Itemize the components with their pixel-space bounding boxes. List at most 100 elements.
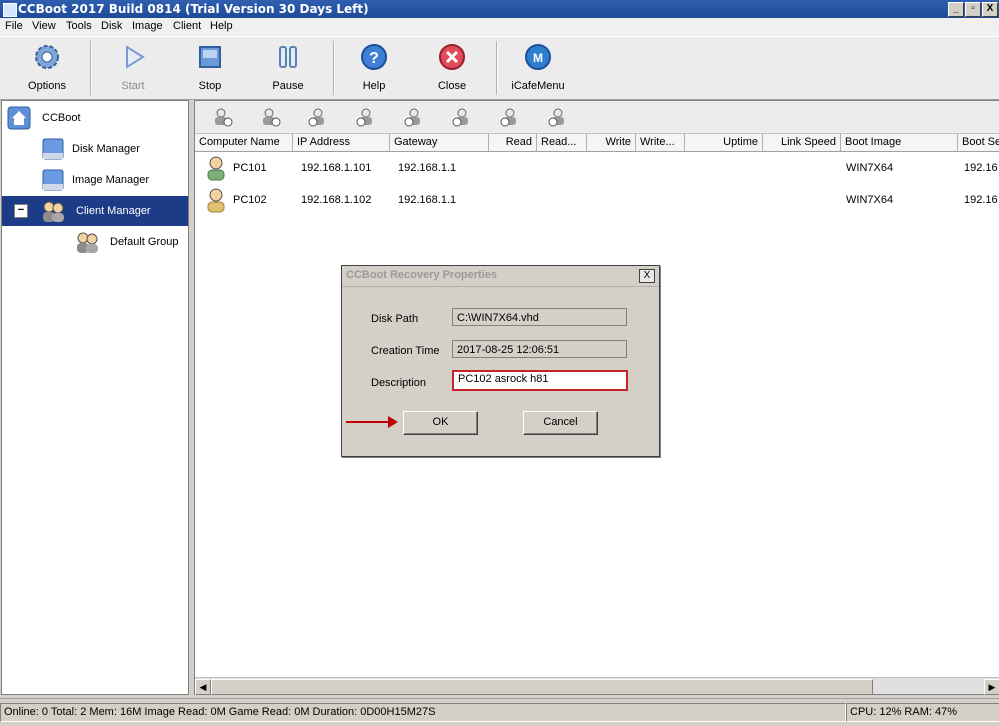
col-write[interactable]: Write <box>587 134 636 151</box>
tree-item-label: Default Group <box>110 236 179 248</box>
edit-client-icon[interactable] <box>307 106 329 128</box>
restore-button[interactable]: ▫ <box>965 2 981 17</box>
window-title: CCBoot 2017 Build 0814 (Trial Version 30… <box>18 2 369 16</box>
pause-button[interactable]: Pause <box>253 41 323 95</box>
scroll-left-icon[interactable]: ◀ <box>195 679 211 695</box>
scroll-right-icon[interactable]: ▶ <box>984 679 999 695</box>
svg-text:?: ? <box>369 50 379 67</box>
icafe-icon: M <box>525 44 551 70</box>
table-row[interactable]: PC101 192.168.1.101 192.168.1.1 WIN7X64 … <box>195 152 999 184</box>
col-boot-image[interactable]: Boot Image <box>841 134 958 151</box>
col-read[interactable]: Read <box>489 134 537 151</box>
col-gateway[interactable]: Gateway <box>390 134 489 151</box>
cell-gateway: 192.168.1.1 <box>398 194 457 206</box>
cell-computer-name: PC102 <box>233 194 267 206</box>
close-window-button[interactable]: X <box>982 2 998 17</box>
dialog-close-icon[interactable]: X <box>639 269 655 283</box>
tree-item-image-manager[interactable]: Image Manager <box>40 165 186 195</box>
options-button[interactable]: Options <box>12 41 82 95</box>
toolbar-separator <box>90 41 92 95</box>
col-computer-name[interactable]: Computer Name <box>195 134 293 151</box>
navigation-tree: CCBoot Disk Manager Image Manager − Clie… <box>1 100 189 695</box>
table-header: Computer Name IP Address Gateway Read Re… <box>195 134 999 152</box>
stop-icon <box>199 46 221 68</box>
menu-client[interactable]: Client <box>173 20 201 32</box>
cell-boot-image: WIN7X64 <box>846 162 894 174</box>
close-circle-icon <box>439 44 465 70</box>
client-pc-icon <box>207 156 225 181</box>
recovery-properties-dialog: CCBoot Recovery Properties X Disk Path C… <box>341 265 660 457</box>
creation-time-field[interactable]: 2017-08-25 12:06:51 <box>452 340 627 358</box>
client-disable-icon[interactable] <box>451 106 473 128</box>
remove-client-icon[interactable] <box>259 106 281 128</box>
client-properties-icon[interactable] <box>403 106 425 128</box>
description-input[interactable]: PC102 asrock h81 <box>452 370 628 391</box>
collapse-toggle[interactable]: − <box>14 204 28 218</box>
col-write-rate[interactable]: Write... <box>636 134 685 151</box>
play-icon <box>126 45 145 69</box>
table-row[interactable]: PC102 192.168.1.102 192.168.1.1 WIN7X64 … <box>195 184 999 216</box>
minimize-button[interactable]: _ <box>948 2 964 17</box>
menu-disk[interactable]: Disk <box>101 20 122 32</box>
ok-button[interactable]: OK <box>403 411 478 435</box>
main-toolbar: Options Start Stop Pause ? Help Close M … <box>0 36 999 100</box>
disk-path-label: Disk Path <box>371 313 419 325</box>
pause-label: Pause <box>272 80 304 92</box>
annotation-arrow-icon <box>388 416 398 428</box>
menu-tools[interactable]: Tools <box>66 20 92 32</box>
stop-button[interactable]: Stop <box>175 41 245 95</box>
annotation-arrow-line <box>346 421 390 423</box>
cell-ip-address: 192.168.1.102 <box>301 194 372 206</box>
status-summary: Online: 0 Total: 2 Mem: 16M Image Read: … <box>0 703 846 722</box>
client-pc-icon <box>207 188 225 213</box>
close-button[interactable]: Close <box>417 41 487 95</box>
client-wake-icon[interactable] <box>499 106 521 128</box>
client-toolbar <box>195 101 999 134</box>
dialog-title: CCBoot Recovery Properties <box>346 269 497 281</box>
menu-help[interactable]: Help <box>210 20 233 32</box>
add-client-icon[interactable] <box>211 106 233 128</box>
disk-icon <box>42 138 64 160</box>
cell-computer-name: PC101 <box>233 162 267 174</box>
toolbar-separator <box>496 41 498 95</box>
tree-item-label: Image Manager <box>72 174 150 186</box>
gear-icon <box>35 45 59 69</box>
cell-gateway: 192.168.1.1 <box>398 162 457 174</box>
col-read-rate[interactable]: Read... <box>537 134 587 151</box>
help-button[interactable]: ? Help <box>339 41 409 95</box>
col-uptime[interactable]: Uptime <box>685 134 763 151</box>
home-icon <box>7 106 31 130</box>
description-label: Description <box>371 377 427 389</box>
tree-item-disk-manager[interactable]: Disk Manager <box>40 134 186 164</box>
menu-file[interactable]: File <box>5 20 23 32</box>
menu-view[interactable]: View <box>32 20 56 32</box>
start-button[interactable]: Start <box>98 41 168 95</box>
cell-boot-image: WIN7X64 <box>846 194 894 206</box>
tree-item-label: Disk Manager <box>72 143 140 155</box>
tree-item-default-group[interactable]: Default Group <box>74 227 186 257</box>
cell-boot-server: 192.16 <box>964 194 998 206</box>
col-link-speed[interactable]: Link Speed <box>763 134 841 151</box>
col-ip-address[interactable]: IP Address <box>293 134 390 151</box>
pause-icon <box>279 46 297 68</box>
users-icon <box>43 201 64 222</box>
disk-path-field[interactable]: C:\WIN7X64.vhd <box>452 308 627 326</box>
svg-text:M: M <box>533 51 543 65</box>
icafemenu-label: iCafeMenu <box>511 80 565 92</box>
horizontal-scrollbar[interactable]: ◀ ▶ <box>195 677 999 695</box>
search-client-icon[interactable] <box>355 106 377 128</box>
title-bar: CCBoot 2017 Build 0814 (Trial Version 30… <box>0 0 999 18</box>
scroll-thumb[interactable] <box>211 679 873 695</box>
menu-image[interactable]: Image <box>132 20 163 32</box>
col-boot-server[interactable]: Boot Se <box>958 134 999 151</box>
options-label: Options <box>28 80 66 92</box>
app-icon <box>3 3 17 17</box>
cancel-button[interactable]: Cancel <box>523 411 598 435</box>
help-icon: ? <box>361 44 387 70</box>
icafemenu-button[interactable]: M iCafeMenu <box>503 41 573 95</box>
tree-item-client-manager[interactable]: − Client Manager <box>2 196 188 226</box>
tree-item-label: Client Manager <box>76 205 151 217</box>
tree-root-ccboot[interactable]: CCBoot <box>6 103 186 133</box>
client-restart-icon[interactable] <box>547 106 569 128</box>
close-label: Close <box>437 80 467 92</box>
